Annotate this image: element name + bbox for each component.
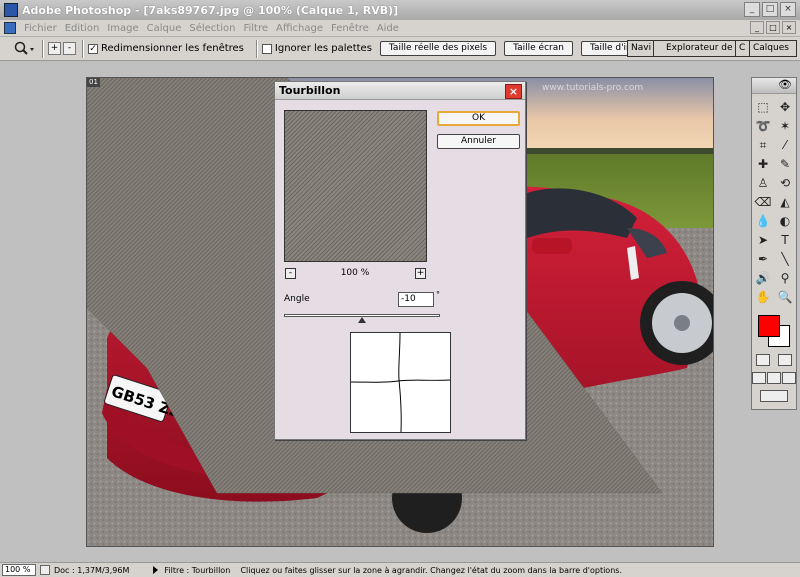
menu-selection[interactable]: Sélection (185, 23, 239, 34)
hand-tool-icon[interactable]: ✋ (752, 288, 774, 307)
jump-to-imageready-icon[interactable] (760, 390, 788, 402)
cancel-button[interactable]: Annuler (437, 134, 520, 149)
zoom-out-icon[interactable]: - (63, 42, 76, 55)
status-zoom-field[interactable]: 100 % (2, 564, 36, 576)
toolbox-header[interactable]: 👁 (752, 78, 796, 94)
color-swatches (752, 311, 796, 351)
resize-windows-checkbox[interactable]: ✓ Redimensionner les fenêtres (88, 43, 244, 54)
magic-wand-tool-icon[interactable]: ✶ (774, 117, 796, 136)
dialog-close-icon[interactable]: × (505, 84, 522, 99)
dodge-tool-icon[interactable]: ◐ (774, 212, 796, 231)
angle-label: Angle (284, 294, 310, 304)
magnifier-icon (14, 41, 34, 55)
preview-zoom-in-button[interactable]: + (415, 268, 426, 279)
menu-affichage[interactable]: Affichage (272, 23, 327, 34)
lasso-tool-icon[interactable]: ➰ (752, 117, 774, 136)
slice-tool-icon[interactable]: ⁄ (774, 136, 796, 155)
menu-edition[interactable]: Edition (61, 23, 104, 34)
palette-tab-c[interactable]: C (736, 41, 750, 56)
actual-pixels-button[interactable]: Taille réelle des pixels (379, 41, 497, 56)
fit-screen-button[interactable]: Taille écran (504, 41, 573, 56)
path-selection-tool-icon[interactable]: ➤ (752, 231, 774, 250)
zoom-tool-icon[interactable]: 🔍 (774, 288, 796, 307)
eraser-tool-icon[interactable]: ⌫ (752, 193, 774, 212)
menu-calque[interactable]: Calque (143, 23, 186, 34)
preview-zoom-out-button[interactable]: - (285, 268, 296, 279)
menu-bar: Fichier Edition Image Calque Sélection F… (0, 20, 800, 37)
paint-bucket-tool-icon[interactable]: ◭ (774, 193, 796, 212)
dialog-title-bar[interactable]: Tourbillon (275, 82, 525, 100)
ok-button[interactable]: OK (437, 111, 520, 126)
full-screen-mode-icon[interactable] (781, 372, 796, 384)
status-bar: 100 % Doc : 1,37M/3,96M Filtre : Tourbil… (0, 562, 800, 577)
palette-tab-layers[interactable]: Calques (750, 41, 792, 56)
menu-fenetre[interactable]: Fenêtre (327, 23, 373, 34)
pen-tool-icon[interactable]: ✒ (752, 250, 774, 269)
brush-tool-icon[interactable]: ✎ (774, 155, 796, 174)
twirl-filter-dialog: Tourbillon × - 100 % + OK Annuler Angle … (274, 81, 526, 440)
quick-mask-mode-icon[interactable] (778, 354, 792, 366)
toolbox: 👁 ⬚ ✥ ➰ ✶ ⌗ ⁄ ✚ ✎ ♙ ⟲ ⌫ ◭ 💧 ◐ ➤ T ✒ ╲ 🔊 … (751, 77, 797, 410)
maximize-button[interactable]: □ (762, 2, 778, 17)
angle-slider-thumb[interactable] (358, 317, 366, 323)
line-tool-icon[interactable]: ╲ (774, 250, 796, 269)
photoshop-app-icon (4, 3, 18, 17)
foreground-color-swatch[interactable] (758, 315, 780, 337)
checkbox-checked-icon: ✓ (88, 43, 98, 54)
crop-tool-icon[interactable]: ⌗ (752, 136, 774, 155)
document-tag: 01 (87, 78, 100, 87)
palette-tab-navigator[interactable]: Navi (628, 41, 654, 56)
minimize-button[interactable]: _ (744, 2, 760, 17)
doc-minimize-button[interactable]: _ (750, 21, 764, 34)
window-title: Adobe Photoshop - [7aks89767.jpg @ 100% … (22, 3, 399, 17)
marquee-tool-icon[interactable]: ⬚ (752, 98, 774, 117)
menu-image[interactable]: Image (103, 23, 142, 34)
close-button[interactable]: × (780, 2, 796, 17)
notes-tool-icon[interactable]: 🔊 (752, 269, 774, 288)
status-menu-arrow-icon[interactable] (153, 566, 159, 574)
palette-well: Navi Explorateur de fic C Calques (627, 40, 797, 57)
twirl-grid-preview (350, 332, 451, 433)
doc-restore-button[interactable]: □ (766, 21, 780, 34)
dialog-title: Tourbillon (279, 84, 341, 97)
menu-aide[interactable]: Aide (373, 23, 403, 34)
type-tool-icon[interactable]: T (774, 231, 796, 250)
standard-mode-icon[interactable] (756, 354, 770, 366)
zoom-tool-preset-picker[interactable] (10, 39, 38, 59)
ignore-palettes-checkbox[interactable]: Ignorer les palettes (261, 43, 372, 54)
photoshop-eye-icon: 👁 (778, 78, 792, 91)
checkbox-unchecked-icon (261, 43, 272, 54)
document-profile-icon[interactable] (40, 565, 50, 575)
resize-windows-label: Redimensionner les fenêtres (101, 43, 244, 54)
preview-zoom-value: 100 % (340, 268, 370, 278)
menu-filtre[interactable]: Filtre (239, 23, 272, 34)
palette-tab-file-browser[interactable]: Explorateur de fic (654, 41, 736, 56)
full-screen-menu-mode-icon[interactable] (766, 372, 781, 384)
zoom-in-icon[interactable]: + (48, 42, 61, 55)
ignore-palettes-label: Ignorer les palettes (274, 43, 372, 54)
history-brush-tool-icon[interactable]: ⟲ (774, 174, 796, 193)
doc-close-button[interactable]: × (782, 21, 796, 34)
separator (255, 39, 258, 58)
separator (82, 39, 84, 58)
clone-stamp-tool-icon[interactable]: ♙ (752, 174, 774, 193)
document-size: Doc : 1,37M/3,96M (54, 565, 130, 575)
move-tool-icon[interactable]: ✥ (774, 98, 796, 117)
angle-input[interactable]: -10 (398, 292, 434, 307)
filter-preview[interactable] (284, 110, 427, 262)
title-bar: Adobe Photoshop - [7aks89767.jpg @ 100% … (0, 0, 800, 20)
healing-brush-tool-icon[interactable]: ✚ (752, 155, 774, 174)
menu-fichier[interactable]: Fichier (20, 23, 61, 34)
document-icon[interactable] (4, 22, 16, 34)
standard-screen-mode-icon[interactable] (752, 372, 767, 384)
degree-symbol: ° (436, 290, 440, 299)
options-bar: + - ✓ Redimensionner les fenêtres Ignore… (0, 37, 800, 61)
status-message: Filtre : Tourbillon Cliquez ou faites gl… (164, 565, 622, 575)
separator (42, 39, 44, 58)
blur-tool-icon[interactable]: 💧 (752, 212, 774, 231)
watermark-text: www.tutorials-pro.com (542, 83, 643, 93)
eyedropper-tool-icon[interactable]: ⚲ (774, 269, 796, 288)
